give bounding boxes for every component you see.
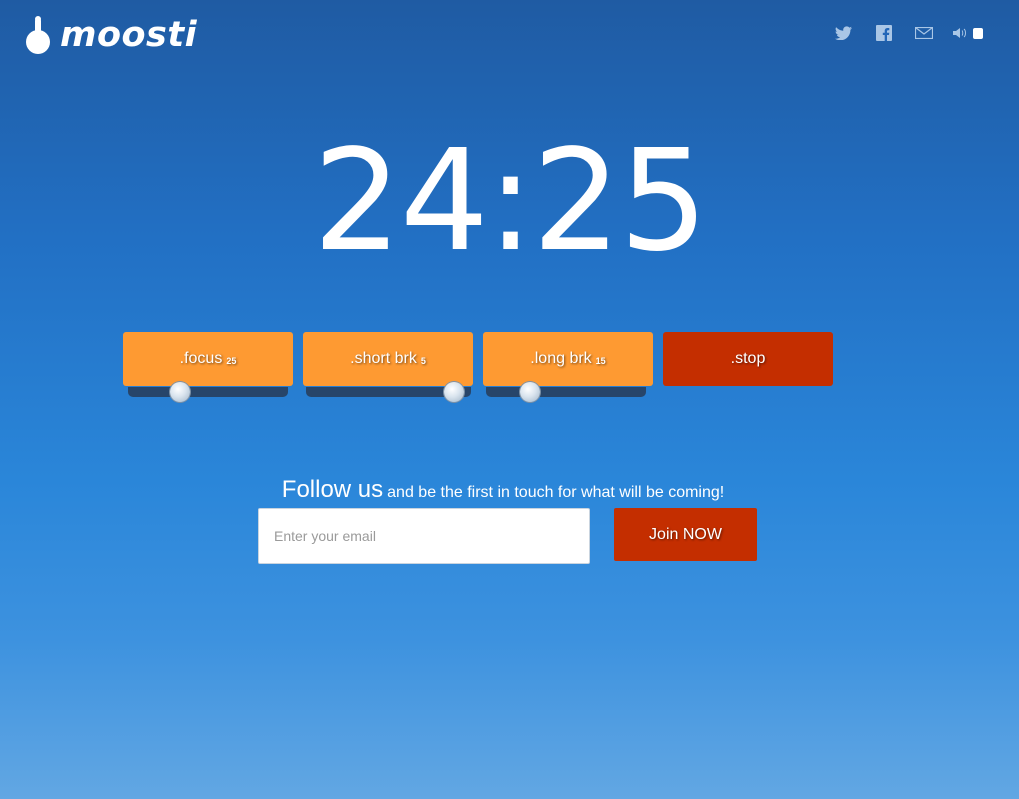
long-break-slider[interactable] bbox=[486, 382, 646, 402]
short-break-slider[interactable] bbox=[306, 382, 471, 402]
follow-subline: and be the first in touch for what will … bbox=[387, 484, 725, 501]
facebook-icon[interactable] bbox=[873, 24, 895, 42]
speaker-icon bbox=[953, 28, 966, 38]
sound-toggle[interactable] bbox=[953, 27, 983, 39]
stop-label: .stop bbox=[730, 350, 766, 367]
short-break-label: .short brk bbox=[350, 350, 417, 367]
focus-slider[interactable] bbox=[128, 382, 288, 402]
logo[interactable]: moosti bbox=[24, 16, 197, 54]
mail-icon[interactable] bbox=[913, 24, 935, 42]
join-now-button[interactable]: Join NOW bbox=[614, 508, 757, 561]
long-break-slider-thumb[interactable] bbox=[520, 382, 540, 402]
focus-label: .focus bbox=[179, 350, 223, 367]
follow-text: Follow us and be the first in touch for w… bbox=[0, 476, 1006, 504]
stop-button[interactable]: .stop bbox=[663, 332, 833, 386]
focus-slider-thumb[interactable] bbox=[170, 382, 190, 402]
sound-toggle-knob[interactable] bbox=[973, 27, 983, 39]
focus-button[interactable]: .focus 25 bbox=[123, 332, 293, 386]
email-input[interactable] bbox=[258, 508, 590, 564]
short-break-button[interactable]: .short brk 5 bbox=[303, 332, 473, 386]
focus-minutes: 25 bbox=[226, 356, 237, 366]
moosti-logo-icon bbox=[26, 16, 50, 54]
long-break-button[interactable]: .long brk 15 bbox=[483, 332, 653, 386]
short-break-minutes: 5 bbox=[420, 356, 426, 366]
long-break-minutes: 15 bbox=[595, 356, 606, 366]
social-toolbar bbox=[833, 24, 983, 42]
timer-display: 24:25 bbox=[312, 120, 708, 283]
twitter-icon[interactable] bbox=[833, 24, 855, 42]
brand-name: moosti bbox=[60, 14, 198, 55]
short-break-slider-thumb[interactable] bbox=[444, 382, 464, 402]
follow-headline: Follow us bbox=[281, 476, 384, 503]
long-break-label: .long brk bbox=[530, 350, 592, 367]
